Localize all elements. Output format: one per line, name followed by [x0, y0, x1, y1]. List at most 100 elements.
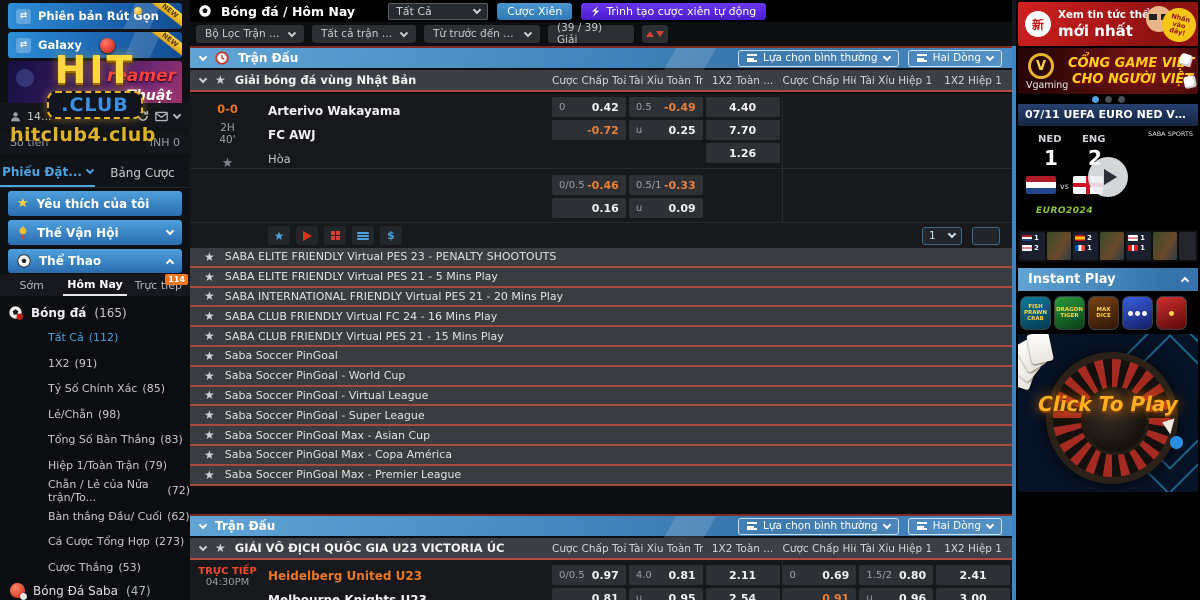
odds-cell[interactable]: 3.00 [936, 588, 1010, 600]
sidebar-item-sports[interactable]: Thể Thao [8, 249, 182, 273]
odds-cell[interactable]: 4.40 [706, 97, 780, 117]
league-star-icon[interactable]: ★ [215, 542, 226, 554]
next-page-button[interactable] [972, 227, 1000, 245]
carousel-dot[interactable] [1092, 96, 1099, 103]
thumbnail-score-card[interactable]: 21 [1073, 232, 1098, 260]
odds-cell[interactable]: 0.16 [552, 198, 626, 218]
odds-cell[interactable]: u0.25 [629, 120, 703, 140]
league-star-icon[interactable]: ★ [204, 449, 215, 461]
two-line-button[interactable]: Hai Dòng [908, 518, 1002, 535]
carousel-dot[interactable] [1105, 96, 1112, 103]
thumbnails-next-button[interactable] [1179, 232, 1196, 260]
tab-bet-slip[interactable]: Phiếu Đặt... [0, 158, 95, 187]
two-line-button[interactable]: Hai Dòng [908, 50, 1002, 67]
tab-bet-list[interactable]: Bảng Cược [95, 158, 190, 187]
league-star-icon[interactable]: ★ [204, 330, 215, 342]
banner-compact-version[interactable]: ⇄ Phiên bản Rút Gọn NEW [8, 3, 182, 29]
odds-cell[interactable]: 7.70 [706, 120, 780, 140]
sidebar-menu-item[interactable]: Tổng Số Bàn Thắng(83) [0, 427, 190, 453]
sidebar-menu-item[interactable]: Bàn thắng Đầu/ Cuối(62) [0, 504, 190, 530]
odds-cell[interactable]: 0.5-0.49 [629, 97, 703, 117]
instant-play-tile[interactable]: DRAGON TIGER [1054, 296, 1085, 330]
sidebar-menu-item[interactable]: Tỷ Số Chính Xác(85) [0, 376, 190, 402]
sort-button[interactable] [642, 25, 668, 43]
sidebar-menu-item[interactable]: Hiệp 1/Toàn Trận(79) [0, 453, 190, 479]
league-star-icon[interactable]: ★ [204, 469, 215, 481]
news-banner[interactable]: 新 Xem tin tức thể thao mới nhất Nhấn vào… [1018, 2, 1198, 46]
all-matches-button[interactable]: Tất cả trận đấu [312, 25, 416, 43]
carousel-dot[interactable] [1118, 96, 1125, 103]
account-chevron-down-icon[interactable] [173, 110, 181, 118]
league-star-icon[interactable]: ★ [204, 290, 215, 302]
league-row[interactable]: ★SABA CLUB FRIENDLY Virtual PES 21 - 15 … [190, 327, 1012, 347]
match1-home-team[interactable]: Arterivo Wakayama [268, 104, 401, 118]
instant-play-tile[interactable] [1122, 296, 1153, 330]
league-row[interactable]: ★SABA ELITE FRIENDLY Virtual PES 23 - PE… [190, 248, 1012, 268]
odds-cell[interactable]: 0.5/1-0.33 [629, 175, 703, 195]
markets-button[interactable] [352, 226, 374, 245]
sidebar-menu-item[interactable]: Cá Cược Tổng Hợp(273) [0, 529, 190, 555]
stats-button[interactable] [324, 226, 346, 245]
page-select[interactable]: 1 [922, 227, 962, 245]
odds-cell[interactable]: 0/0.5-0.46 [552, 175, 626, 195]
normal-selection-button[interactable]: Lựa chọn bình thường [738, 518, 899, 535]
league-star-icon[interactable]: ★ [204, 409, 215, 421]
odds-filter-select[interactable]: Tất Cả [388, 3, 488, 20]
sidebar-item-favorites[interactable]: ★ Yêu thích của tôi [8, 191, 182, 216]
odds-cell[interactable]: u0.96 [859, 588, 933, 600]
instant-play-tile[interactable]: MAX DICE [1088, 296, 1119, 330]
odds-cell[interactable]: 0/0.50.97 [552, 565, 626, 585]
league-row[interactable]: ★Saba Soccer PinGoal Max - Asian Cup [190, 426, 1012, 446]
league-row[interactable]: ★SABA INTERNATIONAL FRIENDLY Virtual PES… [190, 288, 1012, 308]
sport-football-row[interactable]: Bóng đá (165) [8, 305, 127, 320]
instant-play-header[interactable]: Instant Play [1018, 268, 1198, 291]
thumbnail-photo[interactable] [1047, 232, 1072, 260]
odds-cell[interactable]: 2.54 [706, 588, 780, 600]
thumbnail-photo[interactable] [1100, 232, 1125, 260]
match2-away-team[interactable]: Melbourne Knights U23 [268, 593, 427, 600]
league-star-icon[interactable]: ★ [204, 251, 215, 263]
odds-cell[interactable]: -0.72 [552, 120, 626, 140]
parlay-button[interactable]: Cược Xiên [497, 3, 572, 20]
normal-selection-button[interactable]: Lựa chọn bình thường [738, 50, 899, 67]
match-filter-button[interactable]: Bộ Lọc Trận Đấu [196, 25, 304, 43]
sidebar-menu-item[interactable]: 1X2(91) [0, 351, 190, 377]
league-star-icon[interactable]: ★ [204, 310, 215, 322]
thumbnail-score-card[interactable]: 12 [1020, 232, 1045, 260]
league-row[interactable]: ★SABA CLUB FRIENDLY Virtual FC 24 - 16 M… [190, 307, 1012, 327]
odds-cell[interactable]: 0.91 [783, 588, 857, 600]
league-star-icon[interactable]: ★ [204, 370, 215, 382]
sidebar-menu-item[interactable]: Chẵn / Lẻ của Nửa trận/To...(72) [0, 478, 190, 504]
odds-cell[interactable]: 0.81 [552, 588, 626, 600]
instant-play-tile[interactable]: FISH PRAWN CRAB [1020, 296, 1051, 330]
tab-today[interactable]: Hôm Nay [63, 274, 126, 296]
odds-cell[interactable]: 00.69 [783, 565, 857, 585]
sidebar-item-saba-football[interactable]: Bóng Đá Saba (47) [10, 583, 151, 598]
sidebar-menu-item[interactable]: Cược Thắng(53) [0, 555, 190, 581]
league-star-icon[interactable]: ★ [204, 271, 215, 283]
favorite-button[interactable]: ★ [268, 226, 290, 245]
odds-cell[interactable]: 2.41 [936, 565, 1010, 585]
match1-away-team[interactable]: FC AWJ [268, 128, 316, 142]
thumbnail-photo[interactable] [1153, 232, 1178, 260]
league-star-icon[interactable]: ★ [215, 74, 226, 86]
cashout-button[interactable]: $ [380, 226, 402, 245]
live-stream-button[interactable] [296, 226, 318, 245]
sidebar-menu-item[interactable]: Tất Cả(112) [0, 325, 190, 351]
sidebar-item-olympics[interactable]: Thế Vận Hội [8, 220, 182, 245]
league-row[interactable]: ★Saba Soccer PinGoal - World Cup [190, 367, 1012, 387]
league-row[interactable]: ★Saba Soccer PinGoal Max - Premier Leagu… [190, 466, 1012, 486]
highlight-video[interactable]: NED 1 ENG 2 vs EURO2024 SABA SPORTS [1018, 126, 1198, 228]
league-star-icon[interactable]: ★ [204, 429, 215, 441]
odds-cell[interactable]: 00.42 [552, 97, 626, 117]
parlay-builder-button[interactable]: Trình tạo cược xiên tự động [581, 3, 766, 20]
odds-cell[interactable]: 1.5/20.80 [859, 565, 933, 585]
vgaming-banner[interactable]: V Vgaming CỔNG GAME VIỆT CHO NGƯỜI VIỆT [1018, 48, 1198, 94]
league-row[interactable]: ★Saba Soccer PinGoal [190, 347, 1012, 367]
league-star-icon[interactable]: ★ [204, 350, 215, 362]
odds-cell[interactable]: 1.26 [706, 143, 780, 163]
odds-cell[interactable]: 2.11 [706, 565, 780, 585]
tab-early[interactable]: Sớm [0, 274, 63, 296]
match2-home-team[interactable]: Heidelberg United U23 [268, 569, 422, 583]
league-row[interactable]: ★Saba Soccer PinGoal Max - Copa América [190, 446, 1012, 466]
